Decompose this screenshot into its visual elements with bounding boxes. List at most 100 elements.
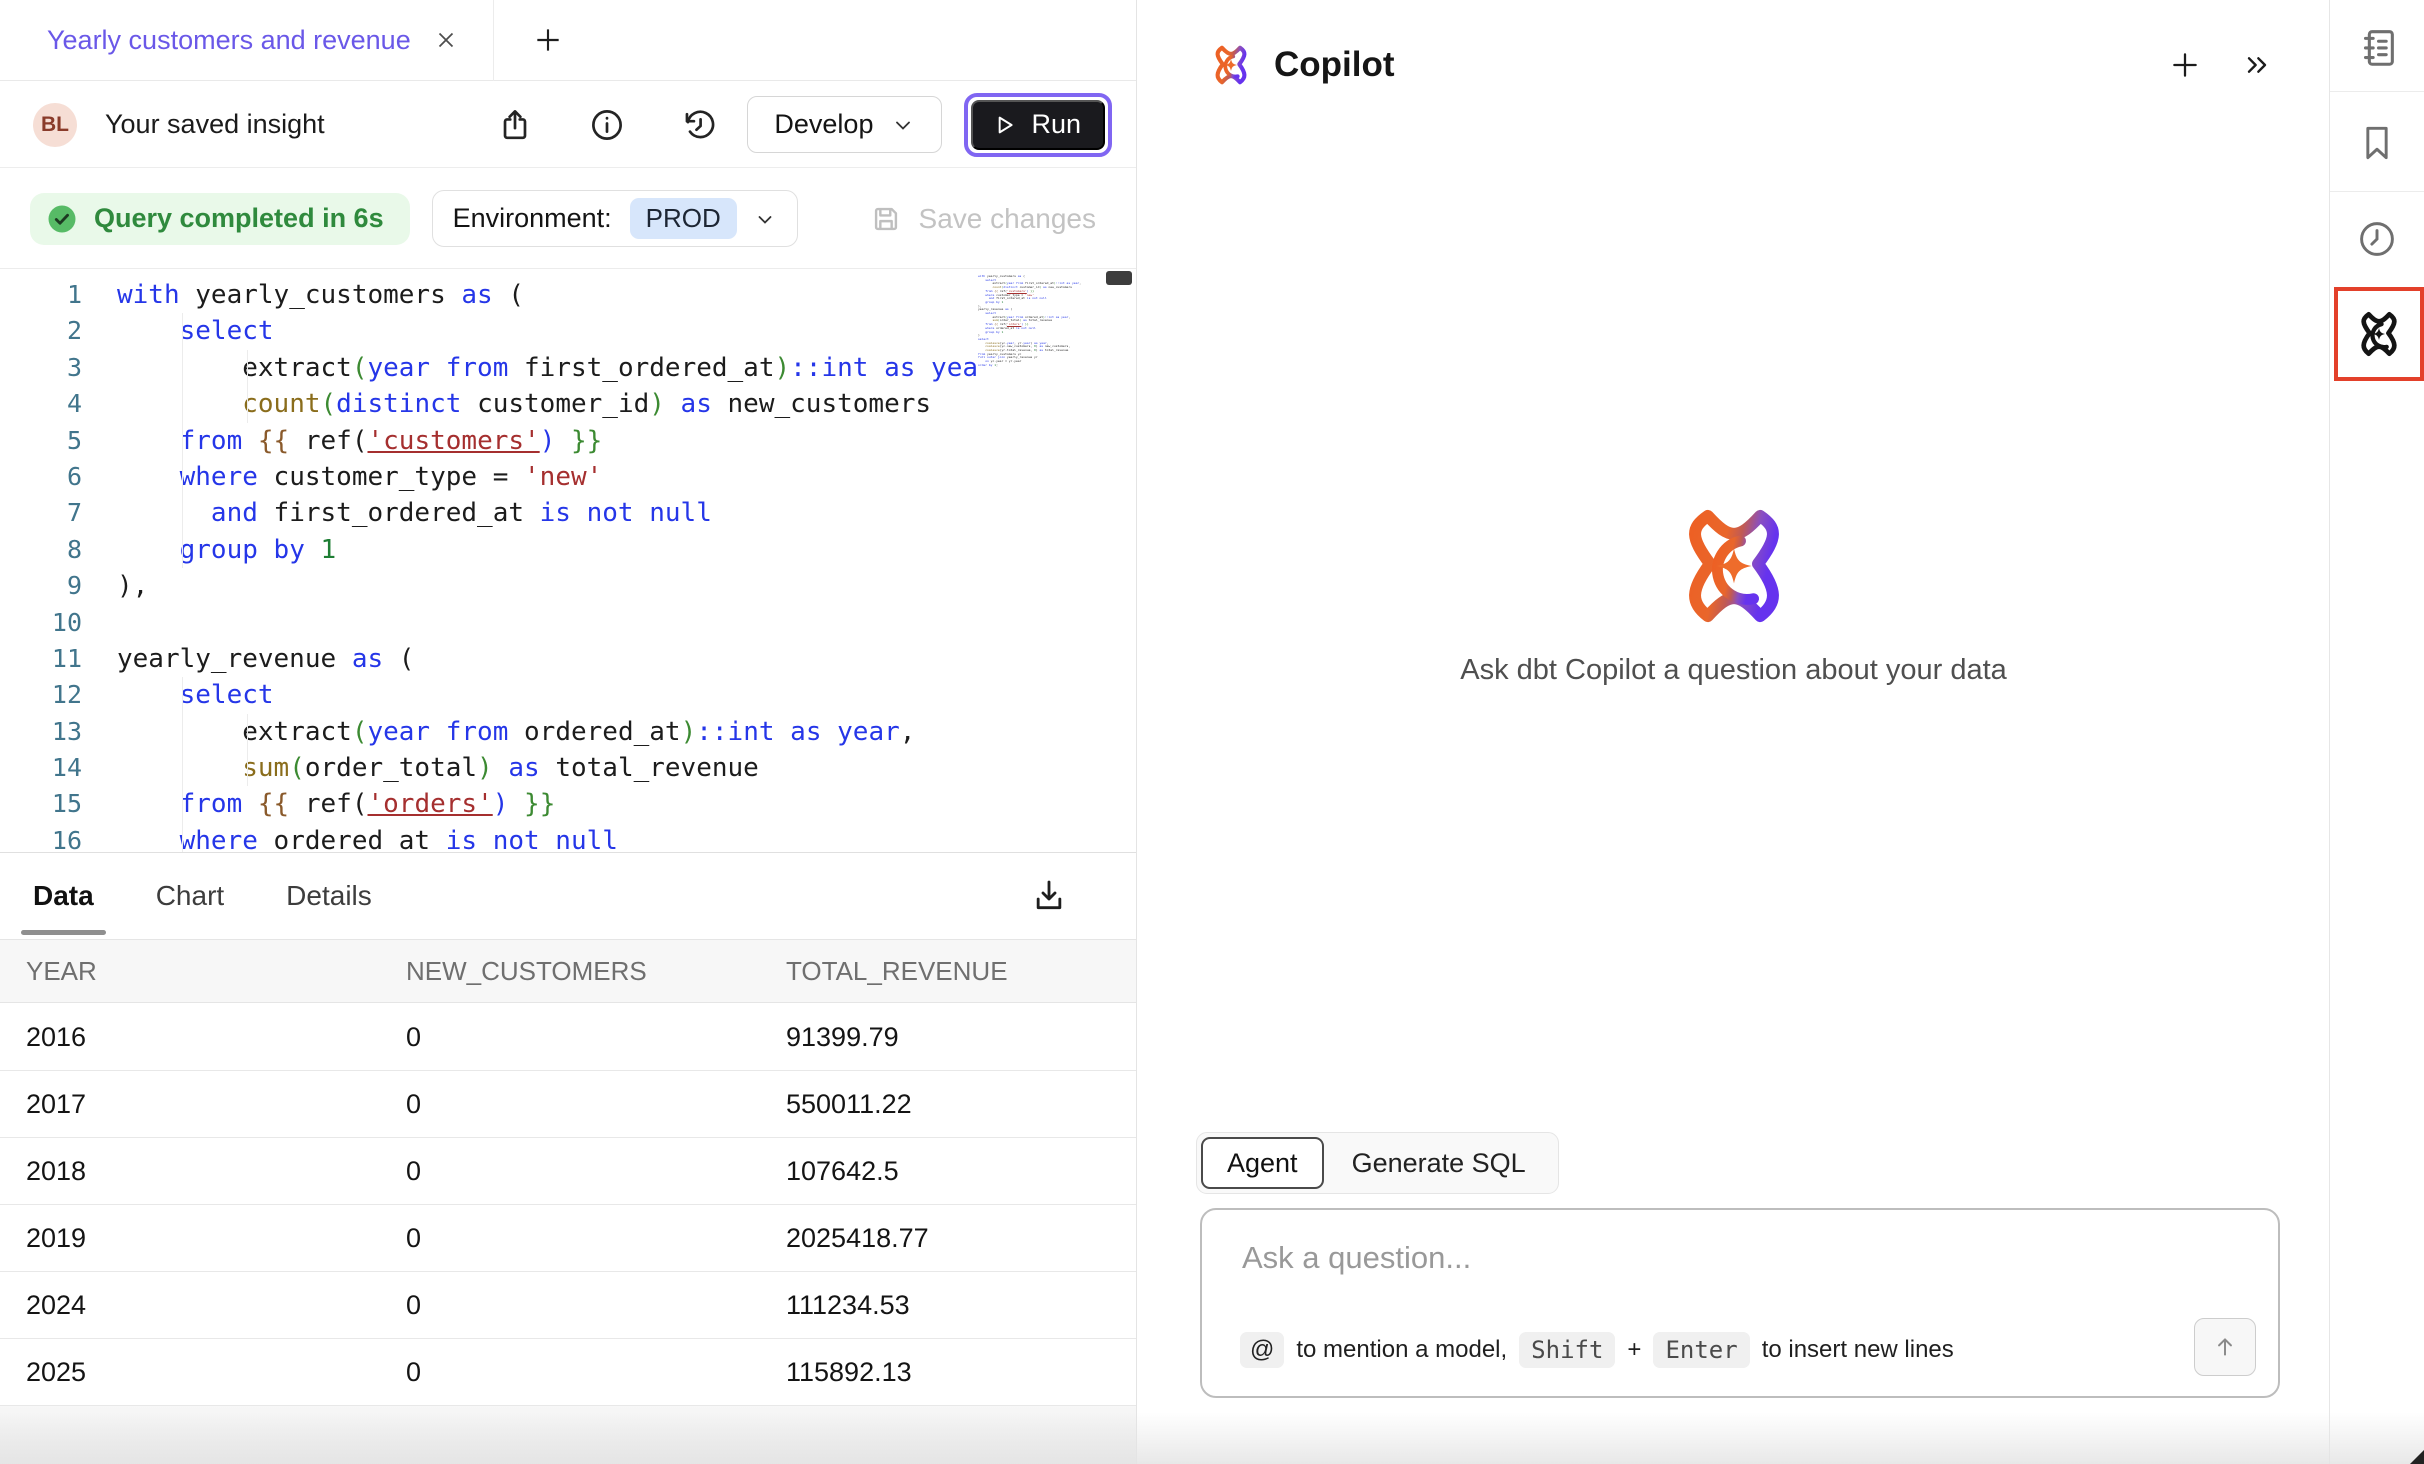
editor-minimap[interactable]: with yearly_customers as ( select extrac… <box>978 275 1104 368</box>
catalog-notebook-icon[interactable] <box>2330 14 2424 80</box>
arrow-up-icon <box>2212 1334 2238 1360</box>
results-footer <box>0 1406 1136 1464</box>
line-number: 4 <box>0 386 82 422</box>
copilot-header: Copilot <box>1138 0 2329 130</box>
table-cell: 107642.5 <box>760 1156 1136 1187</box>
tab-data[interactable]: Data <box>33 853 94 939</box>
line-number: 15 <box>0 786 82 822</box>
ask-question-input[interactable]: Ask a question... @ to mention a model, … <box>1200 1208 2280 1398</box>
avatar[interactable]: BL <box>33 103 77 147</box>
hint-plus: + <box>1627 1336 1641 1364</box>
code-line[interactable]: 16 where ordered_at is not null <box>0 823 978 852</box>
code-line[interactable]: 2 select <box>0 313 978 349</box>
code-line[interactable]: 7 and first_ordered_at is not null <box>0 495 978 531</box>
table-cell: 91399.79 <box>760 1022 1136 1053</box>
new-tab-button[interactable] <box>532 24 564 56</box>
toolbar: BL Your saved insight Develop Run <box>0 82 1136 168</box>
table-cell: 2018 <box>0 1156 380 1187</box>
sql-editor[interactable]: 1with yearly_customers as (2 select3 ext… <box>0 268 1136 852</box>
table-header: YEAR NEW_CUSTOMERS TOTAL_REVENUE <box>0 939 1136 1003</box>
close-icon[interactable] <box>433 27 459 53</box>
code-line[interactable]: 8 group by 1 <box>0 532 978 568</box>
tab-chart[interactable]: Chart <box>156 853 224 939</box>
code-line[interactable]: 4 count(distinct customer_id) as new_cus… <box>0 386 978 422</box>
right-sidebar-rail <box>2329 0 2424 1464</box>
table-cell: 0 <box>380 1357 760 1388</box>
code-line[interactable]: 3 extract(year from first_ordered_at)::i… <box>0 350 978 386</box>
line-number: 12 <box>0 677 82 713</box>
query-status-badge: Query completed in 6s <box>30 193 410 245</box>
hint-newlines-text: to insert new lines <box>1762 1336 1954 1364</box>
column-header-new-customers[interactable]: NEW_CUSTOMERS <box>380 956 760 987</box>
save-changes-button[interactable]: Save changes <box>869 202 1096 236</box>
chevron-down-icon <box>753 207 777 231</box>
table-cell: 550011.22 <box>760 1089 1136 1120</box>
tab-yearly-customers-and-revenue[interactable]: Yearly customers and revenue <box>0 0 493 80</box>
table-body: 2016091399.7920170550011.2220180107642.5… <box>0 1004 1136 1406</box>
input-hints: @ to mention a model, Shift + Enter to i… <box>1240 1332 1954 1368</box>
bookmark-icon[interactable] <box>2330 110 2424 176</box>
line-number: 3 <box>0 350 82 386</box>
table-cell: 2016 <box>0 1022 380 1053</box>
status-row: Query completed in 6s Environment: PROD … <box>0 169 1136 268</box>
table-row[interactable]: 20250115892.13 <box>0 1339 1136 1406</box>
table-row[interactable]: 2016091399.79 <box>0 1004 1136 1071</box>
insight-title: Your saved insight <box>105 109 325 140</box>
history-clock-icon[interactable] <box>2330 206 2424 272</box>
hint-mention-text: to mention a model, <box>1296 1336 1507 1364</box>
copilot-mode-switch: Agent Generate SQL <box>1196 1132 1559 1194</box>
table-cell: 115892.13 <box>760 1357 1136 1388</box>
line-number: 10 <box>0 605 82 641</box>
table-cell: 0 <box>380 1223 760 1254</box>
code-line[interactable]: 14 sum(order_total) as total_revenue <box>0 750 978 786</box>
share-icon[interactable] <box>485 95 545 155</box>
results-panel: Data Chart Details YEAR NEW_CUSTOMERS TO… <box>0 852 1136 1464</box>
code-line[interactable]: 11yearly_revenue as ( <box>0 641 978 677</box>
table-row[interactable]: 201902025418.77 <box>0 1205 1136 1272</box>
environment-value-badge: PROD <box>630 198 737 239</box>
history-icon[interactable] <box>669 95 729 155</box>
code-line[interactable]: 1with yearly_customers as ( <box>0 277 978 313</box>
copilot-rail-icon[interactable] <box>2355 310 2403 358</box>
code-line[interactable]: 10 <box>0 605 978 641</box>
save-changes-label: Save changes <box>919 203 1096 235</box>
editor-scrollbar-thumb[interactable] <box>1106 271 1132 285</box>
run-label: Run <box>1031 109 1081 140</box>
run-button[interactable]: Run <box>971 100 1105 150</box>
save-icon <box>869 202 903 236</box>
copilot-panel: Copilot Ask dbt Copilot a question about… <box>1138 0 2329 1464</box>
table-cell: 0 <box>380 1156 760 1187</box>
code-line[interactable]: 13 extract(year from ordered_at)::int as… <box>0 714 978 750</box>
code-line[interactable]: 15 from {{ ref('orders') }} <box>0 786 978 822</box>
results-tabs: Data Chart Details <box>0 853 1136 939</box>
new-chat-icon[interactable] <box>2169 49 2201 81</box>
collapse-panel-icon[interactable] <box>2241 49 2273 81</box>
table-row[interactable]: 20170550011.22 <box>0 1071 1136 1138</box>
tab-title: Yearly customers and revenue <box>47 25 411 56</box>
check-circle-icon <box>44 201 80 237</box>
query-status-text: Query completed in 6s <box>94 203 384 234</box>
line-number: 6 <box>0 459 82 495</box>
column-header-total-revenue[interactable]: TOTAL_REVENUE <box>760 956 1136 987</box>
send-button[interactable] <box>2194 1318 2256 1376</box>
environment-select[interactable]: Environment: PROD <box>432 190 798 247</box>
info-icon[interactable] <box>577 95 637 155</box>
table-cell: 2025 <box>0 1357 380 1388</box>
mode-generate-sql-button[interactable]: Generate SQL <box>1324 1148 1554 1179</box>
table-row[interactable]: 20240111234.53 <box>0 1272 1136 1339</box>
line-number: 13 <box>0 714 82 750</box>
code-line[interactable]: 5 from {{ ref('customers') }} <box>0 423 978 459</box>
code-line[interactable]: 12 select <box>0 677 978 713</box>
code-line[interactable]: 9), <box>0 568 978 604</box>
tab-divider <box>493 0 494 81</box>
line-number: 14 <box>0 750 82 786</box>
code-line[interactable]: 6 where customer_type = 'new' <box>0 459 978 495</box>
resize-handle[interactable] <box>2410 1450 2424 1464</box>
mode-agent-button[interactable]: Agent <box>1201 1137 1324 1189</box>
tab-details[interactable]: Details <box>286 853 372 939</box>
play-icon <box>991 112 1017 138</box>
table-row[interactable]: 20180107642.5 <box>0 1138 1136 1205</box>
develop-button[interactable]: Develop <box>747 96 942 153</box>
download-icon[interactable] <box>1020 867 1078 925</box>
column-header-year[interactable]: YEAR <box>0 956 380 987</box>
